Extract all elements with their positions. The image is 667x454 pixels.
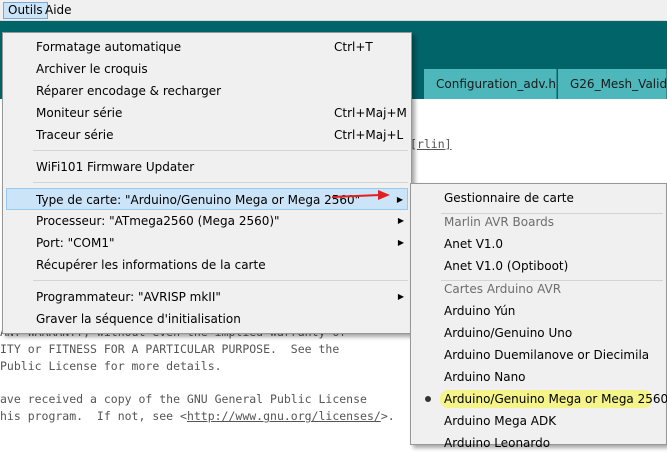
menu-item-board-mega-adk[interactable]: Arduino Mega ADK: [414, 410, 663, 432]
code-text: >.: [380, 409, 395, 423]
code-line: ave received a copy of the GNU General P…: [0, 392, 367, 406]
menu-item-label: Graver la séquence d'initialisation: [36, 312, 241, 326]
code-line: Public License for more details.: [0, 359, 222, 373]
menu-item-label: Moniteur série: [36, 106, 123, 120]
menu-item-label: Gestionnaire de carte: [444, 191, 574, 205]
code-line-license: his program. If not, see <http://www.gnu…: [0, 409, 395, 423]
license-link[interactable]: http://www.gnu.org/licenses/: [187, 409, 381, 423]
menu-item-board-arduino-uno[interactable]: Arduino/Genuino Uno: [414, 322, 663, 344]
menu-item-label: Processeur: "ATmega2560 (Mega 2560)": [36, 214, 280, 228]
submenu-arrow-icon: ▶: [396, 195, 403, 204]
menu-item-label: Arduino Nano: [444, 370, 526, 384]
code-text: his program. If not, see <: [0, 409, 187, 423]
menu-separator: [33, 280, 408, 281]
board-submenu: Gestionnaire de carte Marlin AVR Boards …: [410, 183, 667, 450]
menu-item-label: Marlin AVR Boards: [444, 215, 555, 229]
menu-item-label: Arduino Leonardo: [444, 436, 551, 450]
submenu-arrow-icon: ▶: [397, 216, 404, 225]
menu-item-serial-monitor[interactable]: Moniteur série Ctrl+Maj+M: [6, 102, 408, 124]
menu-item-board-manager[interactable]: Gestionnaire de carte: [414, 187, 663, 209]
menu-item-label: Récupérer les informations de la carte: [36, 258, 266, 272]
code-link-fragment: rlin]: [416, 137, 452, 151]
menu-item-fix-encoding[interactable]: Réparer encodage & recharger: [6, 80, 408, 102]
menu-item-serial-plotter[interactable]: Traceur série Ctrl+Maj+L: [6, 124, 408, 146]
menu-item-label: Port: "COM1": [36, 236, 115, 250]
menu-item-burn-bootloader[interactable]: Graver la séquence d'initialisation: [6, 308, 408, 330]
submenu-arrow-icon: ▶: [397, 292, 404, 301]
menu-item-board-duemilanove[interactable]: Arduino Duemilanove or Diecimila: [414, 344, 663, 366]
menu-item-label: Arduino Yún: [444, 304, 516, 318]
menu-item-label: Cartes Arduino AVR: [444, 282, 562, 296]
menu-item-label: Arduino/Genuino Mega or Mega 2560: [444, 392, 667, 406]
menu-item-label: Traceur série: [36, 128, 114, 142]
selected-radio-icon: [425, 396, 431, 402]
menu-separator: [33, 182, 408, 183]
menu-item-label: Programmateur: "AVRISP mkII": [36, 290, 221, 304]
menu-item-board-mega-2560[interactable]: Arduino/Genuino Mega or Mega 2560: [414, 388, 667, 410]
menu-bar: Outils Aide: [0, 0, 667, 21]
menu-item-label: Anet V1.0: [444, 237, 504, 251]
menu-item-label: Anet V1.0 (Optiboot): [444, 259, 569, 273]
menu-item-port[interactable]: Port: "COM1" ▶: [6, 232, 408, 254]
menu-item-label: Réparer encodage & recharger: [36, 84, 222, 98]
menu-item-shortcut: Ctrl+Maj+M: [334, 106, 407, 120]
code-line: ITY or FITNESS FOR A PARTICULAR PURPOSE.…: [0, 342, 340, 356]
menu-item-auto-format[interactable]: Formatage automatique Ctrl+T: [6, 36, 408, 58]
menu-item-board-anet-v1[interactable]: Anet V1.0: [414, 233, 663, 255]
annotation-arrow-icon: [331, 190, 390, 200]
menu-group-header-arduino-avr: Cartes Arduino AVR: [414, 278, 663, 300]
menu-separator: [33, 150, 408, 151]
menu-item-programmer[interactable]: Programmateur: "AVRISP mkII" ▶: [6, 286, 408, 308]
submenu-arrow-icon: ▶: [397, 238, 404, 247]
menu-aide[interactable]: Aide: [41, 2, 76, 19]
menu-item-board-arduino-yun[interactable]: Arduino Yún: [414, 300, 663, 322]
menu-item-label: Formatage automatique: [36, 40, 182, 54]
menu-item-shortcut: Ctrl+T: [334, 40, 373, 54]
menu-item-label: WiFi101 Firmware Updater: [36, 160, 195, 174]
menu-item-label: Arduino Mega ADK: [444, 414, 557, 428]
tab-configuration-adv[interactable]: Configuration_adv.h: [424, 69, 557, 99]
code-fragment: [rlin]: [410, 137, 452, 151]
menu-group-header-marlin: Marlin AVR Boards: [414, 211, 663, 233]
menu-item-label: Archiver le croquis: [36, 62, 148, 76]
tab-g26-mesh-validation[interactable]: G26_Mesh_Valida: [558, 69, 667, 99]
menu-item-board-anet-v1-optiboot[interactable]: Anet V1.0 (Optiboot): [414, 255, 663, 277]
menu-item-label: Arduino Duemilanove or Diecimila: [444, 348, 650, 362]
menu-item-wifi101-updater[interactable]: WiFi101 Firmware Updater: [6, 156, 408, 178]
menu-item-board-info[interactable]: Récupérer les informations de la carte: [6, 254, 408, 276]
menu-item-shortcut: Ctrl+Maj+L: [334, 128, 404, 142]
menu-item-board-leonardo[interactable]: Arduino Leonardo: [414, 432, 663, 454]
menu-item-board-nano[interactable]: Arduino Nano: [414, 366, 663, 388]
menu-item-processor[interactable]: Processeur: "ATmega2560 (Mega 2560)" ▶: [6, 210, 408, 232]
tools-menu: Formatage automatique Ctrl+T Archiver le…: [2, 32, 412, 334]
menu-item-archive-sketch[interactable]: Archiver le croquis: [6, 58, 408, 80]
menu-item-label: Type de carte: "Arduino/Genuino Mega or …: [36, 193, 361, 207]
menu-item-label: Arduino/Genuino Uno: [444, 326, 573, 340]
